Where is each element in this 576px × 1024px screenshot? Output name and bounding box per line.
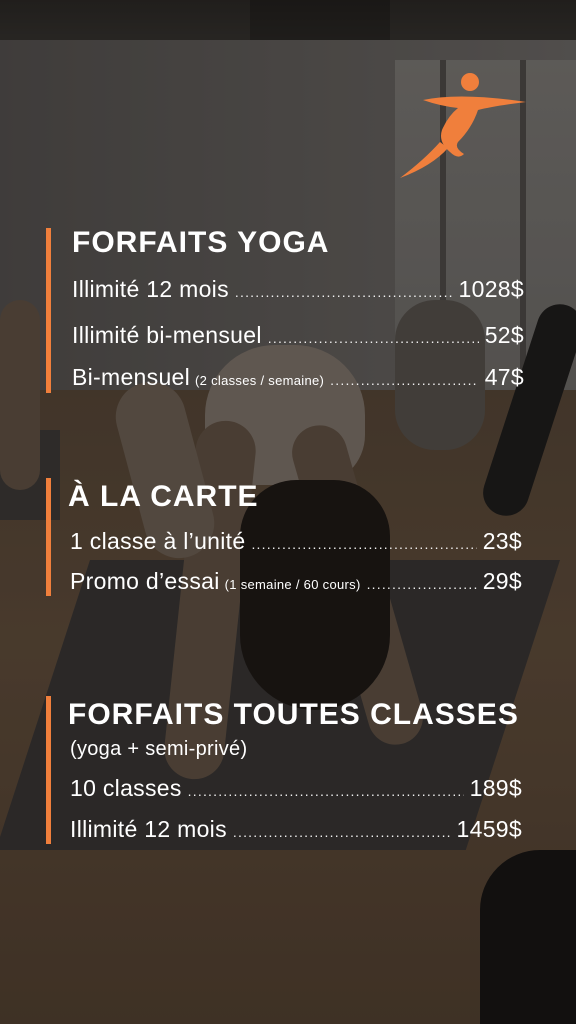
price-row: Bi-mensuel (2 classes / semaine) 47$ — [72, 364, 524, 391]
dot-leader — [251, 536, 476, 552]
item-price: 29$ — [482, 568, 522, 594]
price-row: Illimité 12 mois 1459$ — [70, 816, 522, 843]
item-price: 23$ — [482, 528, 522, 554]
item-note: (1 semaine / 60 cours) — [224, 577, 361, 592]
item-label: 10 classes — [70, 775, 182, 801]
section-subtitle: (yoga + semi-privé) — [70, 738, 248, 760]
price-row: 10 classes 189$ — [70, 775, 522, 802]
item-price: 1459$ — [456, 816, 522, 842]
dot-leader — [330, 372, 479, 388]
item-price: 47$ — [484, 364, 524, 390]
item-price: 189$ — [469, 775, 522, 801]
price-row: Illimité bi-mensuel 52$ — [72, 322, 524, 349]
item-note: (2 classes / semaine) — [195, 373, 325, 388]
section-title-carte: À LA CARTE — [68, 480, 259, 513]
item-label: Promo d’essai — [70, 568, 220, 594]
item-label: Bi-mensuel — [72, 364, 191, 390]
item-label: Illimité bi-mensuel — [72, 322, 262, 348]
dot-leader — [367, 576, 477, 592]
price-row: Illimité 12 mois 1028$ — [72, 276, 524, 303]
section-title-all: FORFAITS TOUTES CLASSES — [68, 698, 519, 731]
section-title-yoga: FORFAITS YOGA — [72, 226, 330, 259]
dot-leader — [268, 330, 479, 346]
item-label: 1 classe à l’unité — [70, 528, 246, 554]
price-row: Promo d’essai (1 semaine / 60 cours) 29$ — [70, 568, 522, 595]
dot-leader — [233, 824, 451, 840]
item-price: 1028$ — [458, 276, 524, 302]
dot-leader — [188, 783, 464, 799]
dot-leader — [235, 284, 453, 300]
price-row: 1 classe à l’unité 23$ — [70, 528, 522, 555]
item-price: 52$ — [484, 322, 524, 348]
item-label: Illimité 12 mois — [70, 816, 227, 842]
running-figure-icon — [400, 73, 526, 178]
item-label: Illimité 12 mois — [72, 276, 229, 302]
